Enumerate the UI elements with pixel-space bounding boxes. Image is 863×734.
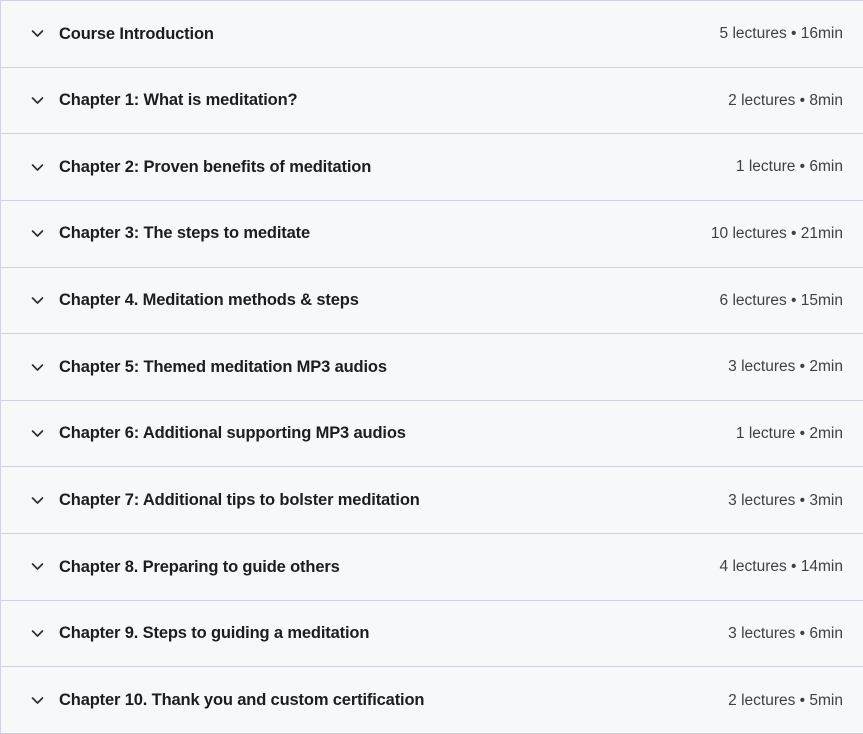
- chevron-down-icon[interactable]: [29, 425, 59, 442]
- section-title: Chapter 3: The steps to meditate: [59, 224, 310, 243]
- section-title: Chapter 1: What is meditation?: [59, 91, 298, 110]
- curriculum-section-row-7[interactable]: Chapter 7: Additional tips to bolster me…: [1, 467, 863, 535]
- section-title: Chapter 6: Additional supporting MP3 aud…: [59, 424, 406, 443]
- chevron-down-icon[interactable]: [29, 492, 59, 509]
- section-meta: 1 lecture • 6min: [735, 158, 843, 176]
- chevron-down-icon[interactable]: [29, 25, 59, 42]
- section-title: Chapter 10. Thank you and custom certifi…: [59, 690, 425, 709]
- section-meta: 1 lecture • 2min: [735, 424, 843, 442]
- curriculum-section-row-10[interactable]: Chapter 10. Thank you and custom certifi…: [1, 667, 863, 734]
- chevron-down-icon[interactable]: [29, 92, 59, 109]
- curriculum-section-row-3[interactable]: Chapter 3: The steps to meditate 10 lect…: [1, 200, 863, 268]
- section-title: Chapter 2: Proven benefits of meditation: [59, 157, 372, 176]
- section-meta: 3 lectures • 6min: [728, 624, 843, 642]
- curriculum-section-row-9[interactable]: Chapter 9. Steps to guiding a meditation…: [1, 600, 863, 668]
- curriculum-section-row-6[interactable]: Chapter 6: Additional supporting MP3 aud…: [1, 400, 863, 468]
- section-meta: 6 lectures • 15min: [719, 291, 843, 309]
- chevron-down-icon[interactable]: [29, 625, 59, 642]
- chevron-down-icon[interactable]: [29, 225, 59, 242]
- curriculum-section-row-1[interactable]: Chapter 1: What is meditation? 2 lecture…: [1, 67, 863, 135]
- section-title: Chapter 4. Meditation methods & steps: [59, 291, 359, 310]
- chevron-down-icon[interactable]: [29, 159, 59, 176]
- chevron-down-icon[interactable]: [29, 292, 59, 309]
- course-curriculum-accordion: Course Introduction 5 lectures • 16min C…: [0, 0, 863, 734]
- section-title: Chapter 9. Steps to guiding a meditation: [59, 624, 370, 643]
- section-meta: 5 lectures • 16min: [719, 25, 843, 43]
- curriculum-section-row-5[interactable]: Chapter 5: Themed meditation MP3 audios …: [1, 334, 863, 401]
- section-title: Chapter 5: Themed meditation MP3 audios: [59, 357, 387, 376]
- chevron-down-icon[interactable]: [29, 558, 59, 575]
- curriculum-section-row-2[interactable]: Chapter 2: Proven benefits of meditation…: [1, 134, 863, 201]
- section-title: Chapter 8. Preparing to guide others: [59, 557, 340, 576]
- chevron-down-icon[interactable]: [29, 359, 59, 376]
- section-meta: 10 lectures • 21min: [710, 225, 843, 243]
- chevron-down-icon[interactable]: [29, 692, 59, 709]
- section-meta: 2 lectures • 8min: [728, 91, 843, 109]
- section-meta: 4 lectures • 14min: [719, 558, 843, 576]
- section-title: Chapter 7: Additional tips to bolster me…: [59, 490, 420, 509]
- curriculum-section-row-0[interactable]: Course Introduction 5 lectures • 16min: [1, 1, 863, 68]
- curriculum-section-row-4[interactable]: Chapter 4. Meditation methods & steps 6 …: [1, 267, 863, 335]
- section-meta: 2 lectures • 5min: [728, 691, 843, 709]
- curriculum-section-row-8[interactable]: Chapter 8. Preparing to guide others 4 l…: [1, 534, 863, 601]
- section-title: Course Introduction: [59, 24, 214, 43]
- section-meta: 3 lectures • 2min: [728, 358, 843, 376]
- section-meta: 3 lectures • 3min: [728, 491, 843, 509]
